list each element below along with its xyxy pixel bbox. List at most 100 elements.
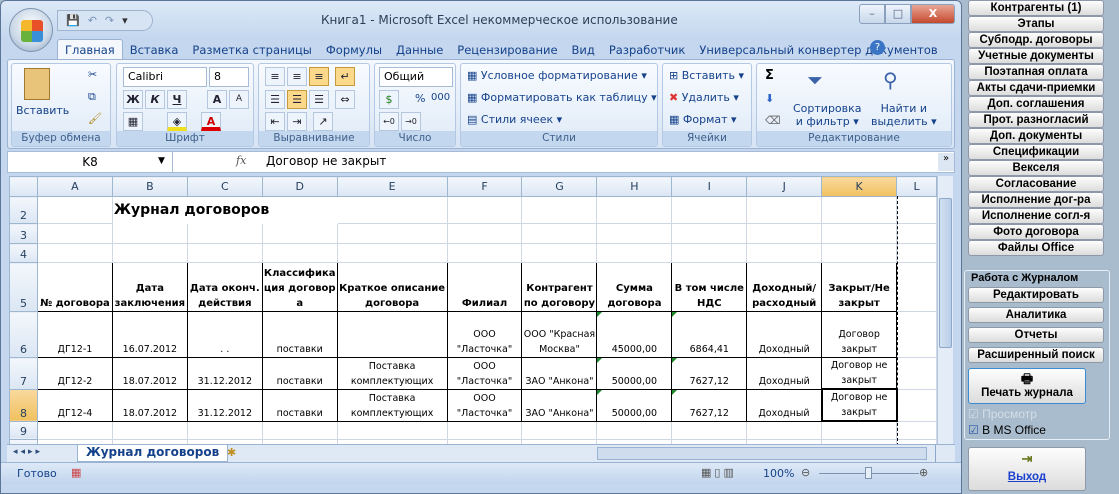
view-buttons-icon[interactable]: ▦▯▥ xyxy=(701,466,737,479)
header-cell[interactable]: В том числе НДС xyxy=(671,262,748,312)
cell[interactable]: 18.07.2012 xyxy=(111,388,188,422)
italic-button[interactable]: К xyxy=(145,90,165,109)
cell[interactable]: 18.07.2012 xyxy=(111,357,188,390)
cell[interactable]: 31.12.2012 xyxy=(186,388,263,422)
save-icon[interactable]: 💾 xyxy=(66,14,80,27)
autosum-button[interactable]: Σ xyxy=(765,68,774,83)
tab-formulas[interactable]: Формулы xyxy=(319,40,389,61)
exit-button[interactable]: ⇥ Выход xyxy=(968,447,1086,491)
cell[interactable]: 31.12.2012 xyxy=(186,357,263,390)
panel-button-staged-payment[interactable]: Поэтапная оплата xyxy=(968,64,1104,80)
header-cell[interactable]: Дата заключения xyxy=(111,262,188,312)
increase-decimal-icon[interactable]: ←0 xyxy=(379,112,399,131)
column-header[interactable]: F xyxy=(446,176,523,197)
font-name-select[interactable]: Calibri xyxy=(123,67,207,87)
percent-button[interactable]: % xyxy=(415,92,425,105)
column-header[interactable]: G xyxy=(521,176,598,197)
cut-icon[interactable]: ✂ xyxy=(88,68,97,81)
header-cell[interactable]: Закрыт/Не закрыт xyxy=(821,262,898,312)
column-header[interactable]: K xyxy=(821,176,898,197)
column-header[interactable]: H xyxy=(596,176,673,197)
column-header[interactable]: B xyxy=(111,176,188,197)
vertical-scrollbar[interactable] xyxy=(937,176,953,444)
tab-home[interactable]: Главная xyxy=(57,39,123,61)
column-header[interactable]: E xyxy=(336,176,448,197)
panel-button-acceptance-acts[interactable]: Акты сдачи-приемки xyxy=(968,80,1104,96)
header-cell[interactable]: Дата оконч. действия xyxy=(186,262,263,312)
panel-button-contract-execution[interactable]: Исполнение дог-ра xyxy=(968,192,1104,208)
paste-button[interactable]: Вставить xyxy=(16,104,69,117)
clear-icon[interactable]: ⌫ xyxy=(765,114,781,127)
copy-icon[interactable]: ⧉ xyxy=(88,90,96,104)
format-as-table-button[interactable]: ▦ Форматировать как таблицу ▾ xyxy=(467,91,657,104)
column-header[interactable]: J xyxy=(746,176,823,197)
align-bottom-icon[interactable]: ≡ xyxy=(309,67,329,86)
undo-icon[interactable]: ↶ xyxy=(88,14,97,27)
align-left-icon[interactable]: ☰ xyxy=(265,90,285,109)
thousands-button[interactable]: 000 xyxy=(431,92,450,103)
cell[interactable]: 7627,12 xyxy=(671,357,748,390)
row-header[interactable]: 7 xyxy=(9,357,38,390)
orientation-icon[interactable]: ↗ xyxy=(313,112,333,131)
header-cell[interactable]: Филиал xyxy=(446,262,523,312)
cell[interactable]: 7627,12 xyxy=(671,388,748,422)
cell[interactable]: Доходный xyxy=(746,388,823,422)
conditional-formatting-button[interactable]: ▦ Условное форматирование ▾ xyxy=(467,69,647,82)
selected-cell[interactable]: Договор не закрыт xyxy=(820,388,898,422)
row-header[interactable]: 4 xyxy=(9,243,38,263)
header-cell[interactable]: Краткое описание договора xyxy=(336,262,448,312)
close-button[interactable]: X xyxy=(911,4,955,24)
borders-icon[interactable]: ▦ xyxy=(123,112,143,131)
tab-review[interactable]: Рецензирование xyxy=(450,40,564,61)
decrease-decimal-icon[interactable]: →0 xyxy=(401,112,421,131)
sheet-tab-journal[interactable]: Журнал договоров xyxy=(77,445,229,462)
panel-button-agreement-execution[interactable]: Исполнение согл-я xyxy=(968,208,1104,224)
format-cells-button[interactable]: ▦ Формат ▾ xyxy=(669,113,737,126)
cell[interactable]: ЗАО "Анкона" xyxy=(521,357,598,390)
cell[interactable]: ООО "Ласточка" xyxy=(446,357,523,390)
cell[interactable]: поставки xyxy=(261,357,338,390)
sort-filter-button[interactable]: Сортировка и фильтр ▾ xyxy=(793,102,862,128)
cell[interactable]: ООО "Красная Москва" xyxy=(521,311,598,358)
cell[interactable]: поставки xyxy=(261,311,338,358)
cell[interactable]: Поставка комплектующих xyxy=(336,388,448,422)
bold-button[interactable]: Ж xyxy=(123,90,143,109)
header-cell[interactable]: Контрагент по договору xyxy=(521,262,598,312)
cell[interactable]: Доходный xyxy=(746,357,823,390)
cell[interactable]: ООО "Ласточка" xyxy=(446,388,523,422)
shrink-font-button[interactable]: A xyxy=(229,90,249,109)
print-journal-button[interactable]: 🖶 Печать журнала xyxy=(968,368,1086,404)
vertical-scroll-thumb[interactable] xyxy=(939,198,952,348)
panel-button-contract-photo[interactable]: Фото договора xyxy=(968,224,1104,240)
merge-center-icon[interactable]: ⇔ xyxy=(335,90,355,109)
insert-function-icon[interactable]: fx xyxy=(236,154,246,167)
row-header[interactable]: 9 xyxy=(9,420,38,440)
expand-formula-bar-icon[interactable]: » xyxy=(938,153,954,171)
column-header[interactable]: I xyxy=(671,176,748,197)
cell[interactable] xyxy=(336,311,448,358)
zoom-out-icon[interactable]: ⊖ xyxy=(801,466,810,479)
align-middle-icon[interactable]: ≡ xyxy=(287,67,307,86)
header-cell[interactable]: Доходный/ расходный xyxy=(746,262,823,312)
zoom-in-icon[interactable]: ⊕ xyxy=(919,466,928,479)
analytics-button[interactable]: Аналитика xyxy=(968,307,1104,323)
column-header[interactable]: A xyxy=(36,176,113,197)
minimize-button[interactable]: – xyxy=(859,4,885,24)
cell[interactable]: 6864,41 xyxy=(671,311,748,358)
font-size-select[interactable]: 8 xyxy=(209,67,249,87)
cell[interactable]: 16.07.2012 xyxy=(111,311,188,358)
cell[interactable]: 50000,00 xyxy=(596,388,673,422)
name-box[interactable]: K8 xyxy=(8,152,173,172)
preview-checkbox[interactable]: ☑ Просмотр xyxy=(968,407,1037,421)
column-header[interactable]: C xyxy=(186,176,263,197)
number-format-select[interactable]: Общий xyxy=(379,67,453,87)
row-header[interactable]: 3 xyxy=(9,223,38,244)
cell[interactable]: поставки xyxy=(261,388,338,422)
cell[interactable]: Поставка комплектующих xyxy=(336,357,448,390)
help-icon[interactable]: ? xyxy=(870,40,885,55)
panel-button-accounting-docs[interactable]: Учетные документы xyxy=(968,48,1104,64)
cell[interactable]: Доходный xyxy=(746,311,823,358)
panel-button-approval[interactable]: Согласование xyxy=(968,176,1104,192)
name-box-dropdown-icon[interactable]: ▼ xyxy=(158,156,165,166)
cell[interactable]: Договор закрыт xyxy=(821,311,898,358)
